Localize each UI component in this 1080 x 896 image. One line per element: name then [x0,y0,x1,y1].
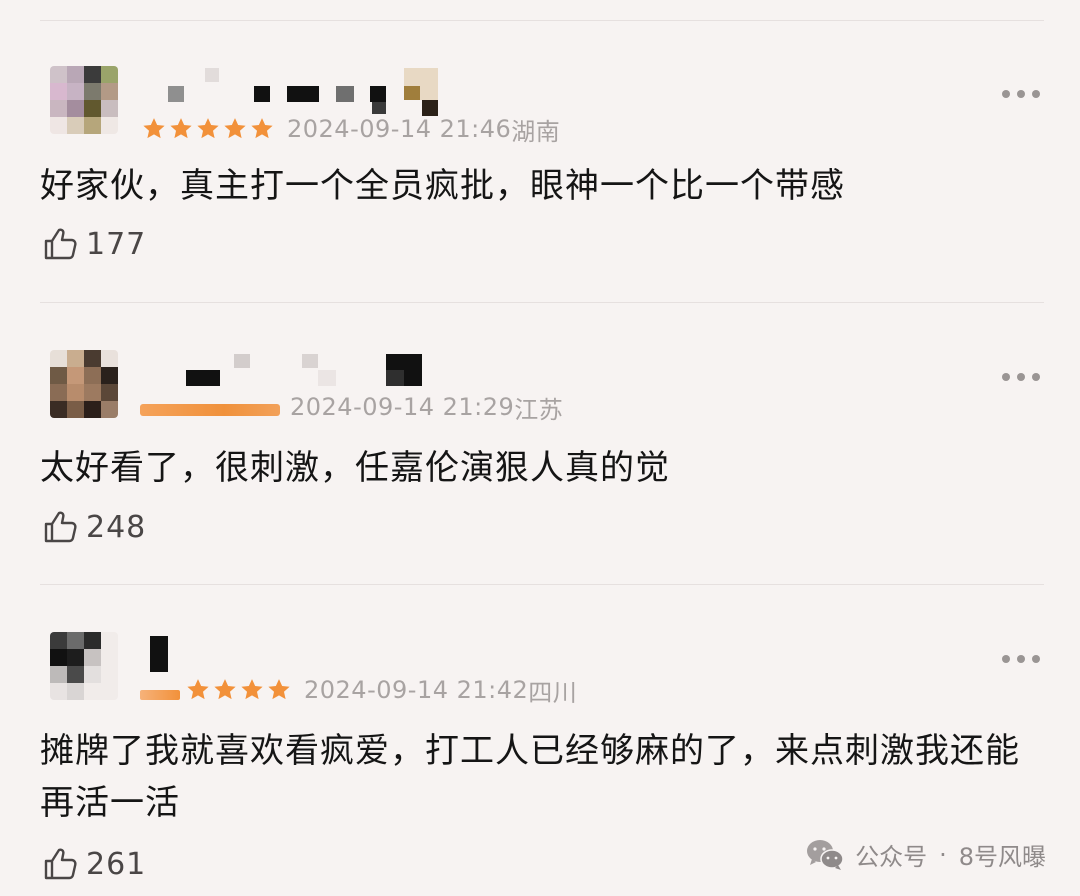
wechat-icon [807,839,844,870]
star-icon [251,118,273,139]
rating-stars [140,116,275,142]
rating-stars [140,404,280,416]
star-icon [170,118,192,139]
avatar[interactable] [50,632,118,700]
comment-meta: 2024-09-14 21:29 江苏 [140,390,563,424]
star-icon [140,690,180,700]
star-icon [187,679,209,700]
more-options-icon[interactable] [1002,372,1040,382]
watermark: 公众号 · 8号风曝 [805,837,1046,872]
comment-location: 四川 [528,678,578,707]
watermark-account: 8号风曝 [958,843,1046,871]
star-icon [241,679,263,700]
more-options-icon[interactable] [1002,654,1040,664]
comment-meta: 2024-09-14 21:46 湖南 [140,112,560,146]
divider [40,584,1044,585]
thumbs-up-icon [44,848,77,880]
star-icon [197,118,219,139]
comment-text: 太好看了，很刺激，任嘉伦演狠人真的觉 [40,448,670,488]
comment-location: 江苏 [514,395,564,424]
star-icon [143,118,165,139]
username-mosaic[interactable] [150,632,190,672]
star-icon [214,679,236,700]
comment-meta: 2024-09-14 21:42 四川 [140,673,577,707]
like-count: 261 [86,846,147,882]
like-count: 248 [86,509,147,545]
comment-text: 摊牌了我就喜欢看疯爱，打工人已经够麻的了，来点刺激我还能再活一活 [40,731,1020,823]
divider [40,302,1044,303]
username-mosaic[interactable] [150,66,450,116]
avatar[interactable] [50,66,118,134]
like-button[interactable]: 177 [40,222,146,266]
like-count: 177 [86,226,147,262]
thumbs-up-icon [44,511,77,543]
comment-text: 好家伙，真主打一个全员疯批，眼神一个比一个带感 [40,166,845,206]
comment-location: 湖南 [511,117,561,146]
comment-date: 2024-09-14 21:29 [290,393,515,421]
like-button[interactable]: 261 [40,842,146,886]
avatar[interactable] [50,350,118,418]
comment-date: 2024-09-14 21:46 [287,115,512,143]
watermark-separator: · [939,840,947,869]
star-icon [224,118,246,139]
username-mosaic[interactable] [150,350,430,390]
star-icon [268,679,290,700]
more-options-icon[interactable] [1002,89,1040,99]
thumbs-up-icon [44,228,77,260]
watermark-label: 公众号 [855,843,928,871]
rating-stars [140,677,292,703]
comment-date: 2024-09-14 21:42 [304,676,529,704]
like-button[interactable]: 248 [40,505,146,549]
divider-top [40,20,1044,21]
